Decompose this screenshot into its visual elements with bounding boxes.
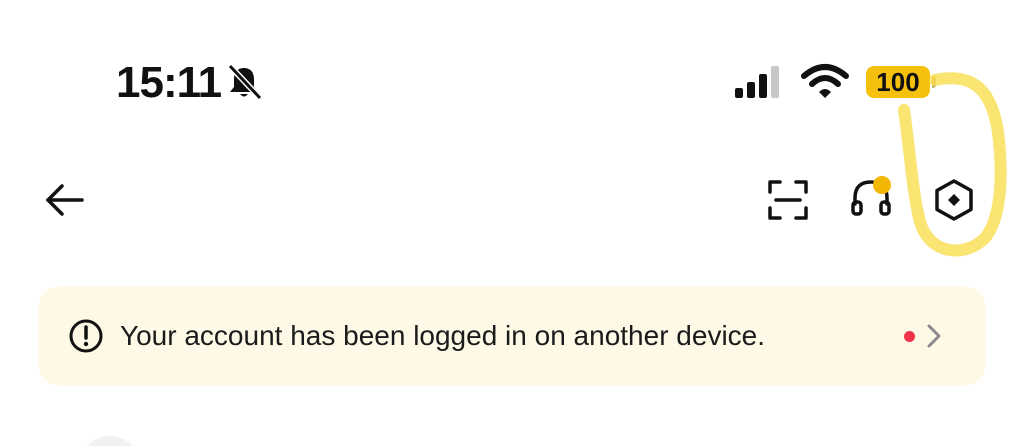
- support-notification-dot: [873, 176, 891, 194]
- battery-indicator: 100: [866, 66, 930, 98]
- chevron-right-icon: [927, 324, 941, 348]
- exclamation-circle-icon: [69, 319, 103, 353]
- settings-button[interactable]: [930, 176, 978, 224]
- cellular-signal-icon: [735, 66, 779, 98]
- battery-nub: [932, 76, 936, 88]
- scan-icon: [768, 180, 808, 220]
- status-time: 15:11: [116, 58, 222, 107]
- alert-banner[interactable]: Your account has been logged in on anoth…: [38, 286, 986, 386]
- scan-button[interactable]: [764, 176, 812, 224]
- battery-level: 100: [876, 66, 920, 97]
- bell-muted-icon: [227, 63, 263, 101]
- arrow-left-icon: [46, 184, 84, 216]
- back-button[interactable]: [40, 176, 88, 224]
- alert-message: Your account has been logged in on anoth…: [120, 320, 766, 351]
- app-screen: 15:11 100 Your account has been logged i…: [0, 0, 1024, 446]
- hexagon-settings-icon: [935, 179, 973, 221]
- unread-dot: [904, 331, 915, 342]
- content-peek: [80, 436, 140, 446]
- wifi-icon: [801, 64, 849, 98]
